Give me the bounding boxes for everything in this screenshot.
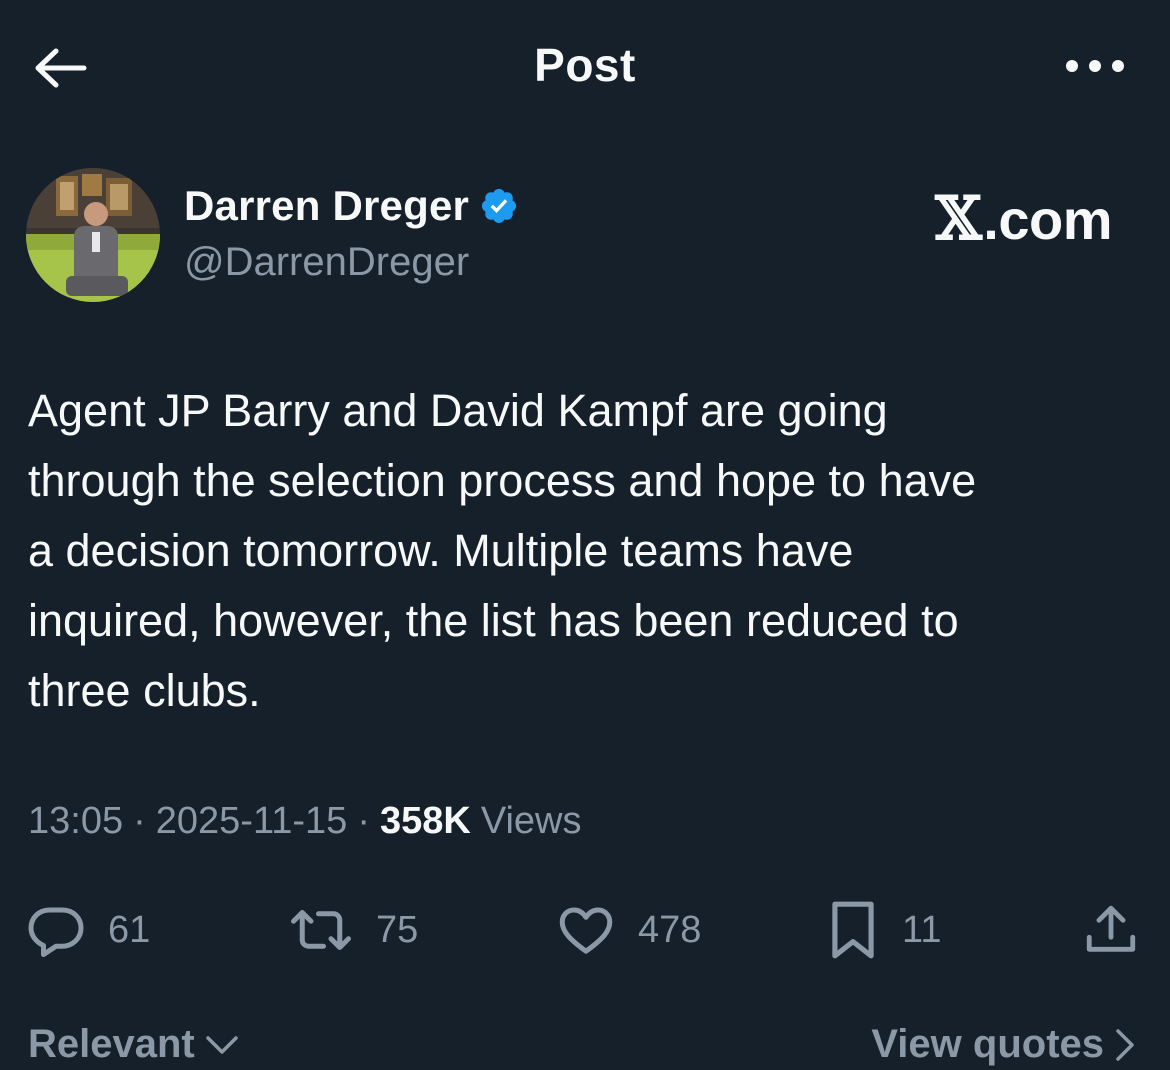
meta-separator: · (357, 800, 370, 842)
page-title: Post (534, 39, 636, 91)
post-date: 2025-11-15 (155, 800, 348, 842)
views-count[interactable]: 358K (380, 800, 471, 843)
reply-icon (28, 907, 84, 957)
repost-icon (291, 910, 351, 950)
view-quotes-label: View quotes (871, 1022, 1104, 1066)
sort-label: Relevant (28, 1022, 195, 1066)
views-label: Views (480, 800, 582, 842)
post-text: Agent JP Barry and David Kampf are going… (28, 385, 977, 716)
reply-button[interactable]: 61 (26, 895, 150, 965)
repost-button[interactable]: 75 (288, 895, 418, 965)
action-bar: 61 75 478 11 (26, 895, 1146, 965)
more-horizontal-icon (1066, 60, 1124, 72)
watermark-text: .com (983, 187, 1112, 251)
like-count: 478 (638, 908, 702, 951)
bookmark-count: 11 (902, 908, 942, 951)
sort-replies-button[interactable]: Relevant (28, 1022, 239, 1067)
x-com-watermark: 𝕏 .com (935, 184, 1112, 254)
bookmark-button[interactable]: 11 (826, 895, 941, 965)
author-handle[interactable]: @DarrenDreger (184, 240, 469, 285)
chevron-down-icon (205, 1034, 239, 1056)
post-author: Darren Dreger @DarrenDreger 𝕏 .com (26, 168, 1146, 308)
view-quotes-link[interactable]: View quotes (871, 1022, 1136, 1067)
share-button[interactable] (1082, 895, 1140, 965)
verified-badge-icon (479, 186, 519, 226)
replies-bar: Relevant View quotes (28, 1022, 1136, 1070)
reply-count: 61 (108, 908, 151, 951)
post-meta: 13:05 · 2025-11-15 · 358K Views (28, 800, 582, 843)
bookmark-icon (832, 901, 874, 959)
author-display-name: Darren Dreger (184, 182, 470, 229)
like-button[interactable]: 478 (556, 895, 701, 965)
like-icon (559, 907, 613, 954)
more-options-button[interactable] (1060, 48, 1130, 84)
chevron-right-icon (1114, 1028, 1136, 1062)
share-icon (1086, 905, 1136, 952)
repost-count: 75 (376, 908, 419, 951)
meta-separator: · (133, 800, 146, 842)
x-logo-icon: 𝕏 (935, 184, 982, 254)
avatar[interactable] (26, 168, 160, 302)
avatar-photo (26, 168, 160, 302)
post-time: 13:05 (28, 800, 124, 842)
top-bar: Post (0, 0, 1170, 130)
author-name-row[interactable]: Darren Dreger (184, 182, 519, 230)
